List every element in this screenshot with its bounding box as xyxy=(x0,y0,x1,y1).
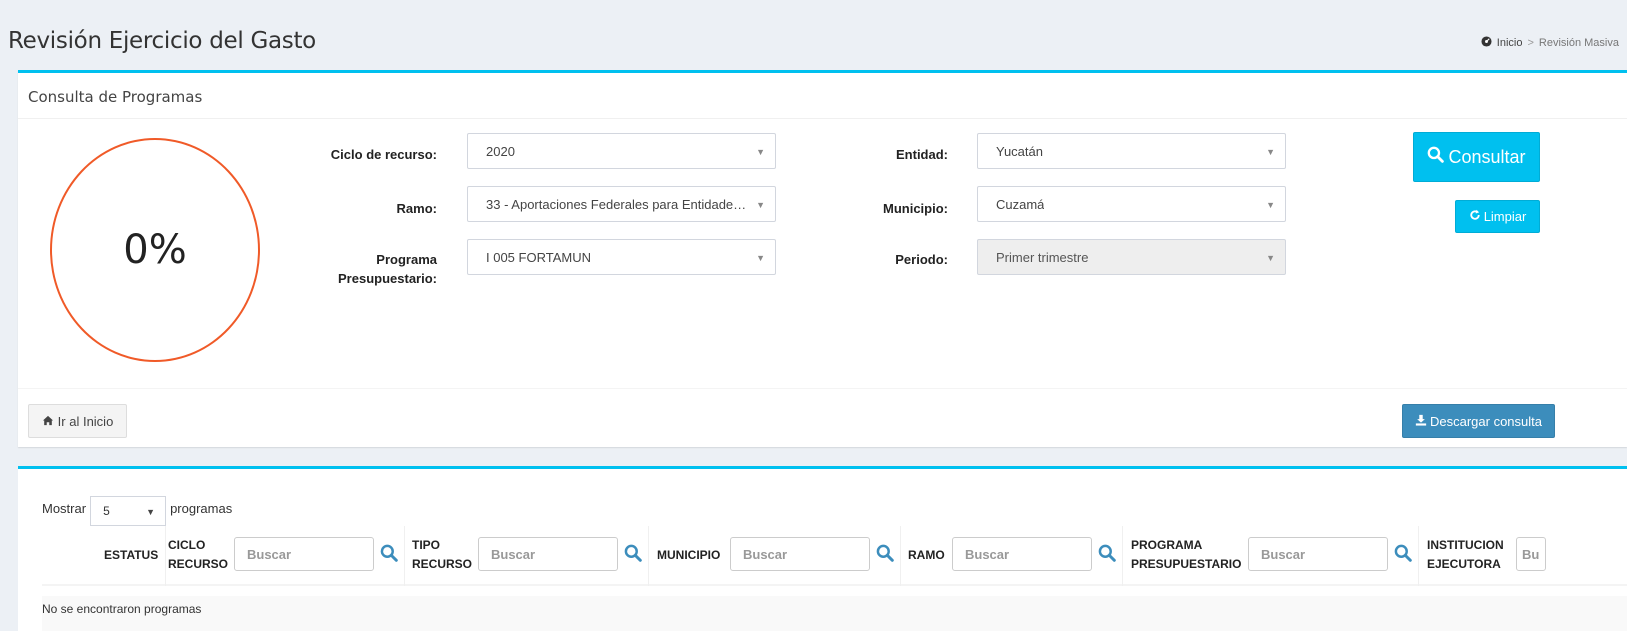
caret-down-icon: ▼ xyxy=(1266,253,1275,263)
column-ciclo-recurso[interactable]: CICLO RECURSO xyxy=(168,536,228,574)
entidad-select[interactable]: Yucatán ▼ xyxy=(977,133,1286,169)
institucion-search-input[interactable]: Bu xyxy=(1516,537,1546,571)
breadcrumb-separator: > xyxy=(1527,37,1534,49)
column-institucion-ejecutora[interactable]: INSTITUCION EJECUTORA xyxy=(1427,536,1504,574)
ciclo-select-value: 2020 xyxy=(486,143,515,159)
programa-select-value: I 005 FORTAMUN xyxy=(486,249,591,265)
consultar-button-label: Consultar xyxy=(1448,146,1526,167)
programa-select[interactable]: I 005 FORTAMUN ▼ xyxy=(467,239,776,275)
ir-inicio-button[interactable]: Ir al Inicio xyxy=(28,404,127,438)
consultar-button[interactable]: Consultar xyxy=(1413,132,1540,182)
refresh-icon xyxy=(1469,209,1481,224)
home-icon xyxy=(42,414,54,429)
search-icon[interactable] xyxy=(380,544,398,562)
page-title: Revisión Ejercicio del Gasto xyxy=(8,28,316,54)
length-prefix: Mostrar xyxy=(42,500,87,516)
consulta-panel-title: Consulta de Programas xyxy=(18,73,1627,119)
progress-indicator: 0% xyxy=(50,138,260,362)
search-icon[interactable] xyxy=(624,544,642,562)
dashboard-icon xyxy=(1481,36,1492,50)
caret-down-icon: ▼ xyxy=(756,253,765,263)
search-icon xyxy=(1427,146,1445,168)
ir-inicio-button-label: Ir al Inicio xyxy=(57,413,114,429)
table-header: ESTATUS CICLO RECURSO Buscar TIPO RECURSO … xyxy=(42,526,1627,586)
column-estatus[interactable]: ESTATUS xyxy=(104,546,158,565)
ciclo-recurso-search-input[interactable]: Buscar xyxy=(234,537,374,571)
page-length-control: Mostrar 5 ▼ programas xyxy=(42,490,232,526)
ramo-select-value: 33 - Aportaciones Federales para Entidad… xyxy=(486,196,748,212)
entidad-select-value: Yucatán xyxy=(996,143,1043,159)
municipio-select[interactable]: Cuzamá ▼ xyxy=(977,186,1286,222)
page-length-value: 5 xyxy=(103,504,110,518)
ciclo-label: Ciclo de recurso: xyxy=(330,147,437,162)
tipo-recurso-search-input[interactable]: Buscar xyxy=(478,537,618,571)
caret-down-icon: ▼ xyxy=(756,147,765,157)
caret-down-icon: ▼ xyxy=(1266,200,1275,210)
periodo-label: Periodo: xyxy=(895,252,948,267)
table-empty-row: No se encontraron programas xyxy=(42,596,1627,631)
caret-down-icon: ▼ xyxy=(1266,147,1275,157)
breadcrumb: Inicio > Revisión Masiva xyxy=(1481,36,1619,50)
periodo-select-value: Primer trimestre xyxy=(996,249,1089,265)
municipio-label: Municipio: xyxy=(883,201,948,216)
programa-label-line2: Presupuestario: xyxy=(338,271,437,286)
ramo-search-input[interactable]: Buscar xyxy=(952,537,1092,571)
caret-down-icon: ▼ xyxy=(146,507,156,517)
limpiar-button[interactable]: Limpiar xyxy=(1455,200,1540,233)
column-ramo[interactable]: RAMO xyxy=(908,546,945,565)
entidad-label: Entidad: xyxy=(896,147,948,162)
limpiar-button-label: Limpiar xyxy=(1483,209,1527,224)
consulta-panel: Consulta de Programas 0% Ciclo de recurs… xyxy=(18,70,1627,447)
programa-label-line1: Programa xyxy=(376,252,437,267)
municipio-select-value: Cuzamá xyxy=(996,196,1045,212)
ramo-label: Ramo: xyxy=(396,201,437,216)
search-icon[interactable] xyxy=(1098,544,1116,562)
programa-label: Programa Presupuestario: xyxy=(313,250,437,288)
column-municipio[interactable]: MUNICIPIO xyxy=(657,546,720,565)
column-tipo-recurso[interactable]: TIPO RECURSO xyxy=(412,536,472,574)
periodo-select[interactable]: Primer trimestre ▼ xyxy=(977,239,1286,275)
breadcrumb-current: Revisión Masiva xyxy=(1538,37,1619,49)
ciclo-select[interactable]: 2020 ▼ xyxy=(467,133,776,169)
programas-table-panel: Mostrar 5 ▼ programas ESTATUS CICLO RECUR… xyxy=(18,466,1627,631)
column-programa-presupuestario[interactable]: PROGRAMA PRESUPUESTARIO xyxy=(1131,536,1241,574)
breadcrumb-home-link[interactable]: Inicio xyxy=(1497,37,1523,49)
download-icon xyxy=(1415,414,1427,429)
search-icon[interactable] xyxy=(1394,544,1412,562)
search-icon[interactable] xyxy=(876,544,894,562)
length-suffix: programas xyxy=(170,500,233,516)
consulta-panel-footer: Ir al Inicio Descargar consulta xyxy=(18,388,1627,450)
ramo-select[interactable]: 33 - Aportaciones Federales para Entidad… xyxy=(467,186,776,222)
caret-down-icon: ▼ xyxy=(756,200,765,210)
descargar-consulta-button[interactable]: Descargar consulta xyxy=(1402,404,1555,438)
page-length-select[interactable]: 5 ▼ xyxy=(90,496,167,526)
municipio-search-input[interactable]: Buscar xyxy=(730,537,870,571)
descargar-consulta-button-label: Descargar consulta xyxy=(1430,413,1542,429)
programa-search-input[interactable]: Buscar xyxy=(1248,537,1388,571)
